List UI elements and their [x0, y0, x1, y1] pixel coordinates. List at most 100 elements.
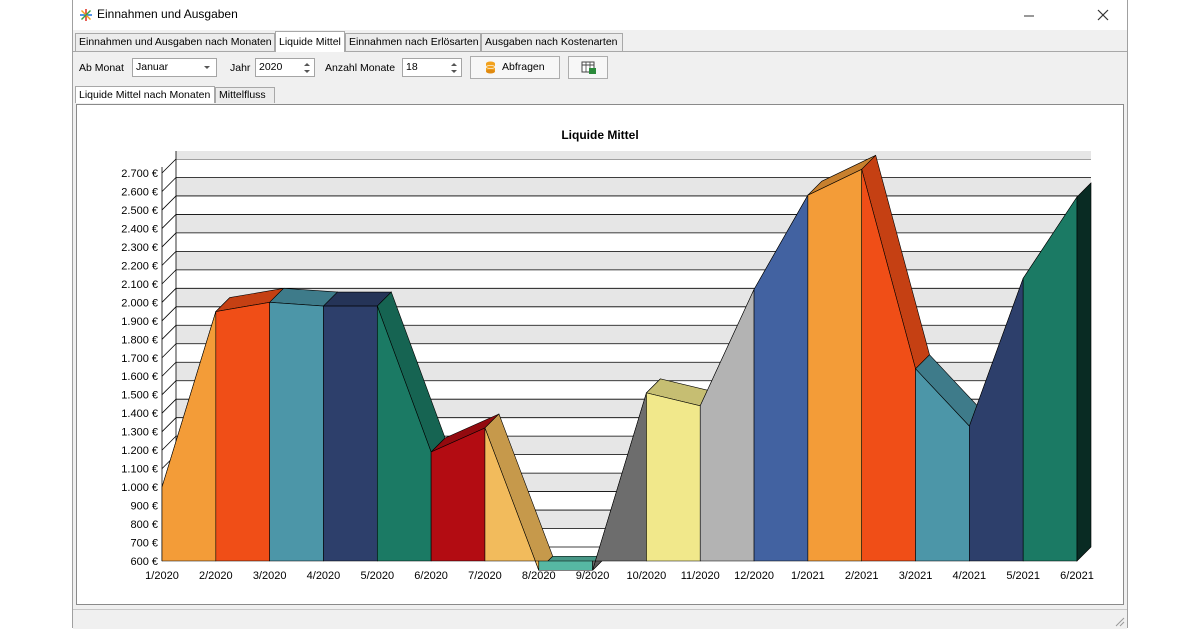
x-tick-label: 12/2020: [734, 570, 774, 582]
spinner-arrows-icon[interactable]: [303, 61, 311, 75]
y-tick-label: 2.200 €: [121, 260, 158, 272]
window-title: Einnahmen und Ausgaben: [97, 7, 238, 21]
x-tick-label: 4/2020: [307, 570, 341, 582]
grid-band: [176, 214, 1091, 233]
jahr-stepper[interactable]: 2020: [255, 58, 315, 77]
tab-einnahmen-erloesarten[interactable]: Einnahmen nach Erlösarten: [345, 33, 481, 51]
y-tick-label: 1.100 €: [121, 464, 158, 476]
x-tick-label: 6/2021: [1060, 570, 1094, 582]
sparkle-icon: [80, 9, 92, 21]
grid-band: [176, 251, 1091, 270]
abfragen-label: Abfragen: [502, 61, 545, 73]
x-tick-label: 3/2020: [253, 570, 287, 582]
ab-monat-select[interactable]: Januar: [132, 58, 217, 77]
spinner-arrows-icon[interactable]: [450, 61, 458, 75]
title-bar: Einnahmen und Ausgaben: [73, 0, 1127, 30]
y-tick-label: 1.200 €: [121, 445, 158, 457]
y-tick-label: 2.700 €: [121, 168, 158, 180]
x-tick-label: 4/2021: [953, 570, 987, 582]
tab-divider: [73, 51, 1127, 52]
abfragen-button[interactable]: Abfragen: [470, 56, 560, 79]
y-tick-label: 2.300 €: [121, 242, 158, 254]
grid-band: [176, 177, 1091, 196]
x-tick-label: 7/2020: [468, 570, 502, 582]
grid-diagonal: [161, 251, 177, 266]
area-segment: [753, 194, 809, 562]
export-table-icon: [581, 61, 596, 74]
grid-diagonal: [161, 417, 177, 432]
y-tick-label: 700 €: [130, 538, 158, 550]
anzahl-monate-value: 18: [406, 61, 418, 73]
grid-diagonal: [161, 361, 177, 377]
x-tick-label: 11/2020: [681, 570, 720, 582]
jahr-value: 2020: [259, 61, 283, 73]
close-button[interactable]: [1089, 4, 1117, 26]
y-tick-label: 2.400 €: [121, 223, 158, 235]
status-bar: [73, 609, 1127, 629]
y-tick-label: 800 €: [130, 519, 158, 531]
y-tick-label: 2.500 €: [121, 205, 158, 217]
area-end-face: [1076, 182, 1092, 562]
grid-diagonal: [161, 195, 177, 211]
area-segment: [269, 302, 324, 562]
app-window: Einnahmen und Ausgaben Einnahmen und Aus…: [72, 0, 1128, 629]
grid-diagonal: [161, 158, 177, 174]
y-tick-label: 900 €: [130, 501, 158, 513]
area-segment: [161, 311, 217, 562]
y-tick-label: 1.300 €: [121, 427, 158, 439]
y-tick-label: 1.700 €: [121, 353, 158, 365]
x-tick-label: 9/2020: [576, 570, 610, 582]
x-tick-label: 2/2021: [845, 570, 879, 582]
grid-diagonal: [161, 232, 177, 248]
grid-band: [176, 151, 1091, 159]
grid-diagonal: [161, 343, 177, 359]
grid-diagonal: [161, 380, 177, 395]
liquide-mittel-chart: Liquide Mittel 600 € 700 € 800 € 900 € 1.000 …: [121, 128, 1094, 582]
y-tick-label: 1.800 €: [121, 334, 158, 346]
y-tick-label: 2.600 €: [121, 186, 158, 198]
area-segment: [323, 305, 378, 562]
x-tick-label: 1/2020: [145, 570, 179, 582]
x-tick-label: 8/2020: [522, 570, 556, 582]
y-tick-label: 600 €: [130, 556, 158, 568]
y-tick-label: 1.900 €: [121, 316, 158, 328]
grid-diagonal: [161, 306, 177, 322]
x-tick-label: 1/2021: [791, 570, 825, 582]
area-segment: [538, 560, 593, 571]
grid-diagonal: [161, 325, 177, 340]
chart-title: Liquide Mittel: [561, 128, 638, 142]
jahr-label: Jahr: [230, 62, 251, 74]
y-tick-label: 2.100 €: [121, 279, 158, 291]
grid-diagonal: [161, 288, 177, 303]
minimize-button[interactable]: [1015, 4, 1043, 26]
subtab-liquide-mittel-monate[interactable]: Liquide Mittel nach Monaten: [75, 86, 215, 103]
subtab-mittelfluss[interactable]: Mittelfluss: [215, 87, 275, 103]
x-tick-label: 6/2020: [414, 570, 448, 582]
ab-monat-value: Januar: [136, 61, 169, 73]
grid-diagonal: [161, 177, 177, 192]
y-tick-label: 1.400 €: [121, 408, 158, 420]
ab-monat-label: Ab Monat: [79, 62, 124, 74]
tab-liquide-mittel[interactable]: Liquide Mittel: [275, 31, 345, 52]
area-segment: [807, 168, 863, 562]
database-icon: [485, 61, 496, 74]
grid-diagonal: [161, 398, 177, 414]
y-tick-label: 1.500 €: [121, 390, 158, 402]
y-tick-label: 2.000 €: [121, 297, 158, 309]
chart-panel: Liquide Mittel 600 € 700 € 800 € 900 € 1.000 …: [76, 104, 1124, 605]
anzahl-monate-stepper[interactable]: 18: [402, 58, 462, 77]
export-button[interactable]: [568, 56, 608, 79]
tab-einnahmen-ausgaben-monate[interactable]: Einnahmen und Ausgaben nach Monaten: [75, 33, 275, 51]
x-tick-label: 5/2021: [1006, 570, 1040, 582]
x-tick-label: 5/2020: [360, 570, 394, 582]
y-tick-label: 1.600 €: [121, 371, 158, 383]
resize-grip-icon[interactable]: [1113, 615, 1125, 627]
grid-diagonal: [161, 214, 177, 229]
toolbar: Ab Monat Januar Jahr 2020 Anzahl Monate …: [73, 55, 1127, 81]
area-segment: [646, 392, 701, 562]
grid-diagonal: [161, 269, 177, 285]
x-tick-label: 10/2020: [627, 570, 667, 582]
x-tick-label: 2/2020: [199, 570, 233, 582]
anzahl-monate-label: Anzahl Monate: [325, 62, 396, 74]
tab-ausgaben-kostenarten[interactable]: Ausgaben nach Kostenarten: [481, 33, 623, 51]
